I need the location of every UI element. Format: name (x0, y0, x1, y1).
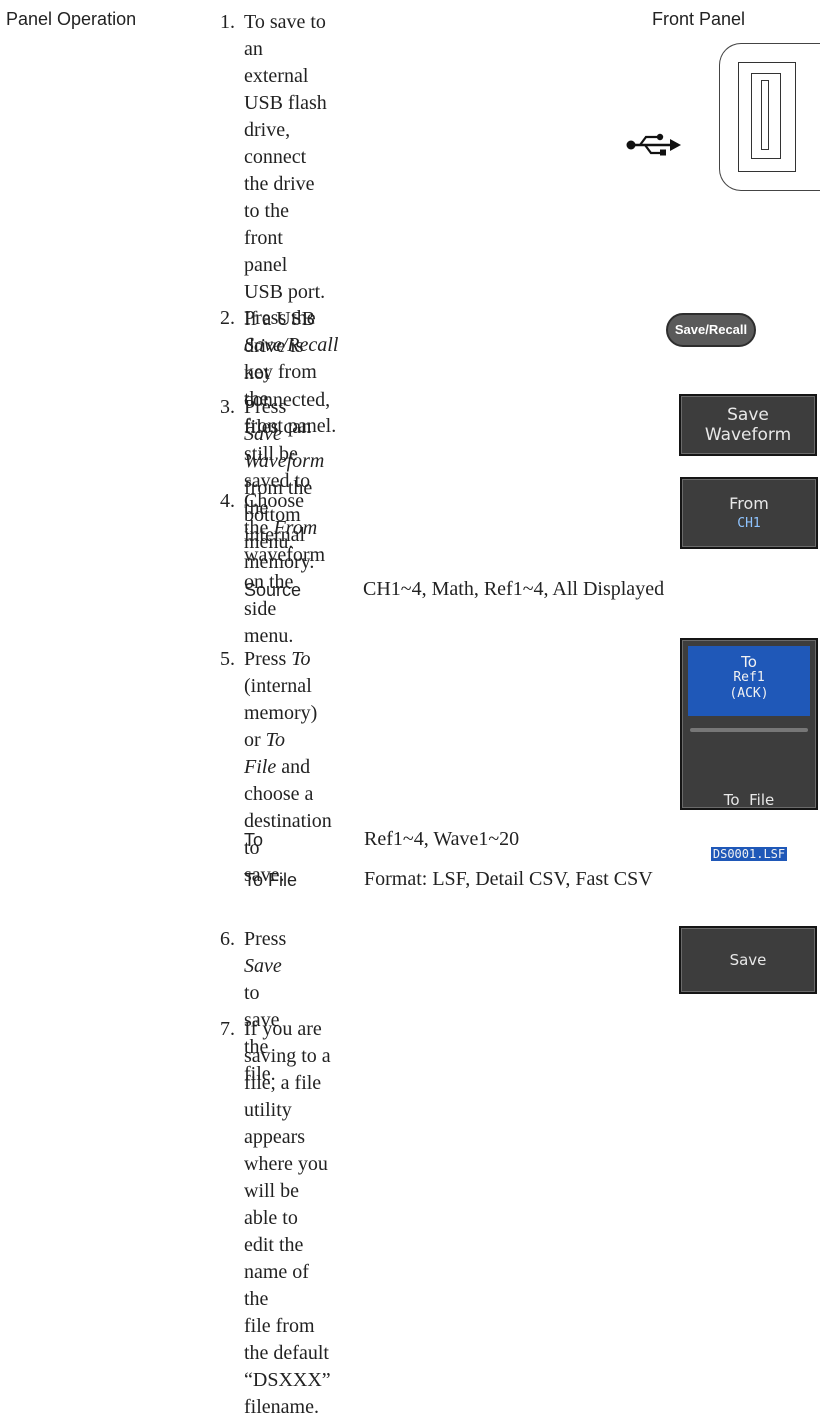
button-label: From (729, 494, 769, 513)
to-key: To (244, 830, 264, 850)
step-number: 1. (220, 11, 235, 33)
usb-port-slot (761, 80, 769, 150)
section-label: Panel Operation (6, 9, 137, 29)
save-button[interactable]: Save (679, 926, 817, 994)
step-number: 7. (220, 1018, 235, 1040)
to-ref1-button[interactable]: To Ref1 (ACK) (688, 646, 810, 716)
button-label: Save (727, 405, 769, 425)
step-number: 6. (220, 928, 235, 950)
source-value: CH1~4, Math, Ref1~4, All Displayed (363, 578, 665, 600)
step-number: 3. (220, 396, 235, 418)
usb-icon (626, 133, 681, 156)
step-text: Press To (internal memory) or To File an… (244, 646, 332, 889)
front-panel-label: Front Panel (652, 9, 746, 29)
step-text: If you are saving to a file, a file util… (244, 1016, 331, 1421)
button-label: Waveform (704, 425, 792, 445)
save-waveform-button[interactable]: Save Waveform (679, 394, 817, 456)
step-line: Press To (internal memory) or To (244, 648, 318, 751)
usb-port-socket (751, 73, 781, 159)
button-label: To (741, 653, 757, 671)
to-menu-panel: To Ref1 (ACK) To File DS0001.LSF (680, 638, 818, 861)
save-recall-key[interactable]: Save/Recall (666, 313, 756, 347)
button-value: Ref1 (733, 670, 765, 685)
button-value: CH1 (737, 516, 761, 531)
button-label: To File (723, 791, 775, 809)
usb-port-icon (719, 43, 820, 191)
divider (690, 728, 808, 732)
to-value: Ref1~4, Wave1~20 (364, 828, 520, 850)
from-button[interactable]: From CH1 (680, 477, 818, 549)
step-line: To save to an external USB flash (244, 11, 327, 114)
step-number: 4. (220, 490, 235, 512)
to-file-value: Format: LSF, Detail CSV, Fast CSV (364, 868, 653, 890)
to-file-key: To File (244, 870, 298, 890)
button-value: (ACK) (729, 686, 769, 701)
step-number: 2. (220, 307, 235, 329)
step-number: 5. (220, 648, 235, 670)
step-line: where you will be able to edit the name … (244, 1153, 328, 1310)
source-key: Source (244, 580, 302, 600)
step-text: Choose the From waveform on the side men… (244, 488, 325, 650)
step-line: If you are saving to a file, a file util… (244, 1018, 331, 1148)
step-line: drive, connect the drive to the (244, 119, 315, 222)
to-file-button[interactable]: To File DS0001.LSF (682, 760, 816, 894)
step-line: Press Save Waveform from the (244, 396, 325, 499)
usb-port-frame (738, 62, 796, 172)
step-line: file from the default “DSXXX” filename. (244, 1315, 331, 1418)
step-line: side menu. (244, 598, 294, 647)
button-value: DS0001.LSF (710, 847, 788, 861)
